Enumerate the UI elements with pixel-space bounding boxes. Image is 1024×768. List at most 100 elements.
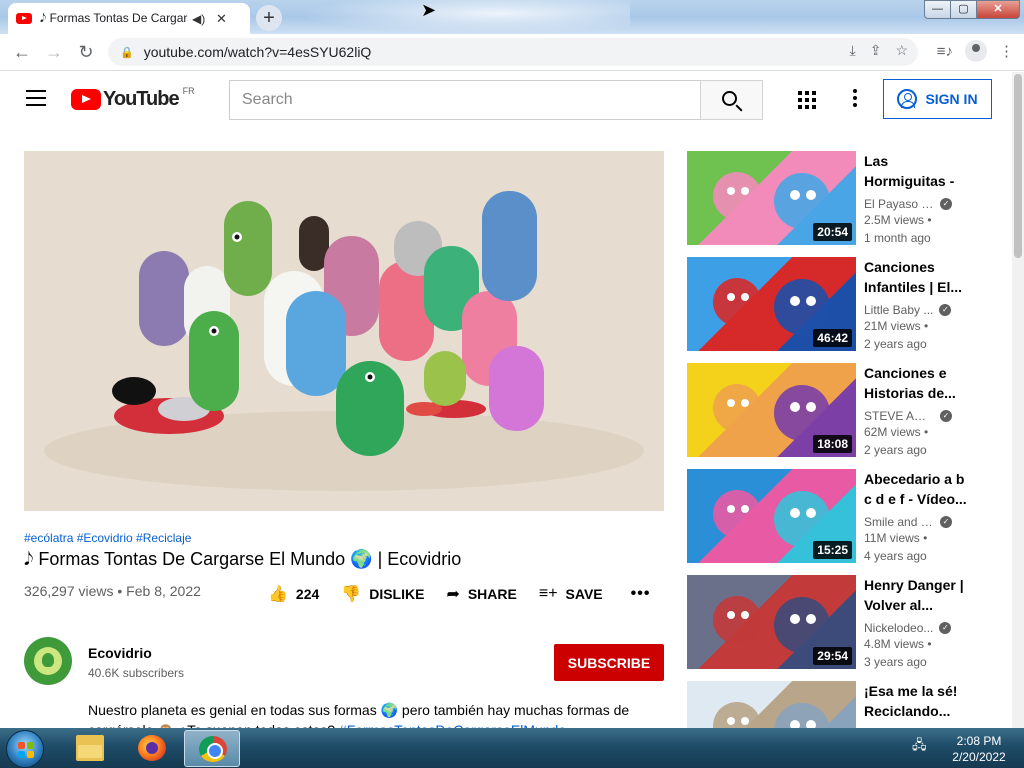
clock-date: 2/20/2022 — [952, 750, 1006, 764]
forward-icon[interactable]: → — [38, 42, 70, 63]
related-video-channel[interactable]: Little Baby ... ✓ — [864, 303, 969, 317]
related-video-item[interactable]: 29:54 Henry Danger | Volver al... Nickel… — [687, 575, 977, 681]
page-scrollbar[interactable] — [1012, 72, 1024, 728]
account-icon — [897, 89, 918, 109]
related-video-item[interactable]: 18:08 Canciones e Historias de... STEVE … — [687, 363, 977, 469]
channel-name[interactable]: Ecovidrio — [88, 645, 152, 661]
address-bar[interactable]: 🔒 youtube.com/watch?v=4esSYU62liQ ⤓ ⇪ ☆ — [108, 38, 918, 66]
search-input[interactable] — [230, 81, 700, 119]
chrome-menu-icon[interactable]: ⋮ — [999, 42, 1014, 60]
related-video-channel[interactable]: El Payaso Pl... ✓ — [864, 197, 969, 211]
save-button[interactable]: ≡+ SAVE — [539, 583, 603, 605]
taskbar-clock[interactable]: 2:08 PM 2/20/2022 — [944, 733, 1014, 765]
close-window-button[interactable]: ✕ — [976, 0, 1020, 19]
dislike-label: DISLIKE — [369, 586, 425, 602]
channel-name-text: Smile and L... — [864, 515, 934, 529]
youtube-header: YouTube FR SIGN IN — [0, 72, 1012, 128]
menu-icon[interactable] — [26, 90, 46, 106]
reload-icon[interactable]: ↻ — [70, 42, 102, 63]
tab-title: 𝅘𝅥𝅮 Formas Tontas De Cargarse El Mundo 🌍… — [40, 11, 188, 25]
maximize-button[interactable]: ▢ — [950, 0, 976, 19]
video-info[interactable]: Abecedario a b c d e f - Vídeo... Smile … — [864, 469, 969, 565]
video-thumbnail[interactable]: 29:54 — [687, 575, 856, 669]
subscriber-count: 40.6K subscribers — [88, 666, 185, 680]
video-frame — [24, 151, 664, 511]
mouse-cursor-icon: ➤ — [421, 0, 437, 20]
search-box — [229, 80, 701, 120]
profile-icon[interactable] — [965, 40, 987, 62]
related-video-title[interactable]: Canciones e Historias de... — [864, 363, 969, 403]
related-video-title[interactable]: Henry Danger | Volver al... — [864, 575, 969, 615]
related-video-title[interactable]: ¡Esa me la sé! Reciclando... — [864, 681, 969, 721]
install-icon[interactable]: ⤓ — [850, 42, 856, 59]
like-button[interactable]: 👍 224 — [268, 583, 319, 605]
taskbar-firefox[interactable] — [124, 730, 180, 767]
star-icon[interactable]: ☆ — [895, 42, 908, 59]
related-video-item[interactable]: 20:54 Las Hormiguitas - ... El Payaso Pl… — [687, 151, 977, 257]
network-icon[interactable]: 🖧 — [912, 736, 932, 752]
more-actions-button[interactable]: ••• — [631, 585, 651, 603]
related-video-views: 62M views • — [864, 425, 929, 439]
related-video-channel[interactable]: Smile and L... ✓ — [864, 515, 969, 529]
related-video-title[interactable]: Canciones Infantiles | El... — [864, 257, 969, 297]
windows-start-icon[interactable] — [6, 730, 44, 768]
share-label: SHARE — [467, 586, 517, 602]
new-tab-button[interactable]: + — [256, 5, 282, 31]
audio-icon[interactable]: ◀) — [192, 12, 206, 26]
video-title: 𝅘𝅥𝅮 Formas Tontas De Cargarse El Mundo 🌍… — [24, 549, 462, 569]
logo-text: YouTube — [103, 88, 180, 110]
windows-taskbar: 🖧 2:08 PM 2/20/2022 — [0, 728, 1024, 768]
related-video-title[interactable]: Las Hormiguitas - ... — [864, 151, 969, 191]
share-icon[interactable]: ⇪ — [870, 42, 882, 59]
youtube-logo[interactable]: YouTube FR — [71, 86, 195, 111]
video-info[interactable]: Canciones Infantiles | El... Little Baby… — [864, 257, 969, 353]
video-player[interactable] — [24, 151, 664, 511]
search-button[interactable] — [700, 80, 763, 120]
tab-strip: 𝅘𝅥𝅮 Formas Tontas De Cargarse El Mundo 🌍… — [0, 0, 1024, 34]
video-thumbnail[interactable]: 46:42 — [687, 257, 856, 351]
more-icon[interactable] — [853, 89, 857, 110]
subscribe-button[interactable]: SUBSCRIBE — [554, 644, 664, 681]
lock-icon[interactable]: 🔒 — [120, 46, 134, 59]
sign-in-label: SIGN IN — [925, 91, 978, 107]
related-video-channel[interactable]: Nickelodeo... ✓ — [864, 621, 969, 635]
minimize-button[interactable]: — — [924, 0, 950, 19]
video-thumbnail[interactable]: 15:25 — [687, 469, 856, 563]
youtube-play-icon — [71, 89, 101, 110]
video-duration: 29:54 — [813, 647, 852, 665]
sign-in-button[interactable]: SIGN IN — [883, 79, 992, 119]
related-video-age: 3 years ago — [864, 655, 927, 669]
verified-icon: ✓ — [940, 198, 952, 210]
channel-avatar[interactable] — [24, 637, 72, 685]
url-text[interactable]: youtube.com/watch?v=4esSYU62liQ — [144, 44, 372, 60]
video-info[interactable]: Canciones e Historias de... STEVE AND MA… — [864, 363, 969, 459]
taskbar-chrome[interactable] — [184, 730, 240, 767]
channel-name-text: Nickelodeo... — [864, 621, 934, 635]
dislike-button[interactable]: 👎 DISLIKE — [341, 583, 424, 605]
share-button[interactable]: ➦ SHARE — [446, 583, 516, 605]
video-thumbnail[interactable]: 20:54 — [687, 151, 856, 245]
video-hashtags[interactable]: #ecólatra #Ecovidrio #Reciclaje — [24, 531, 191, 545]
youtube-favicon — [16, 13, 32, 24]
related-video-age: 2 years ago — [864, 443, 927, 457]
tab-active[interactable]: 𝅘𝅥𝅮 Formas Tontas De Cargarse El Mundo 🌍… — [8, 3, 250, 34]
apps-icon[interactable] — [798, 91, 816, 109]
video-duration: 46:42 — [813, 329, 852, 347]
video-info[interactable]: ¡Esa me la sé! Reciclando... — [864, 681, 969, 721]
media-icon[interactable]: ≡♪ — [937, 43, 953, 60]
taskbar-explorer[interactable] — [62, 730, 118, 767]
back-icon[interactable]: ← — [6, 42, 38, 63]
related-video-channel[interactable]: STEVE AND MA... ✓ — [864, 409, 969, 423]
close-icon[interactable]: ✕ — [216, 11, 227, 27]
verified-icon: ✓ — [939, 622, 952, 634]
video-info[interactable]: Henry Danger | Volver al... Nickelodeo..… — [864, 575, 969, 671]
related-video-views: 21M views • — [864, 319, 929, 333]
scrollbar-thumb[interactable] — [1014, 74, 1022, 258]
video-thumbnail[interactable]: 18:08 — [687, 363, 856, 457]
related-video-title[interactable]: Abecedario a b c d e f - Vídeo... — [864, 469, 969, 509]
video-info[interactable]: Las Hormiguitas - ... El Payaso Pl... ✓ … — [864, 151, 969, 247]
related-video-item[interactable]: 46:42 Canciones Infantiles | El... Littl… — [687, 257, 977, 363]
verified-icon: ✓ — [940, 516, 952, 528]
chrome-icon — [199, 736, 227, 762]
related-video-item[interactable]: 15:25 Abecedario a b c d e f - Vídeo... … — [687, 469, 977, 575]
